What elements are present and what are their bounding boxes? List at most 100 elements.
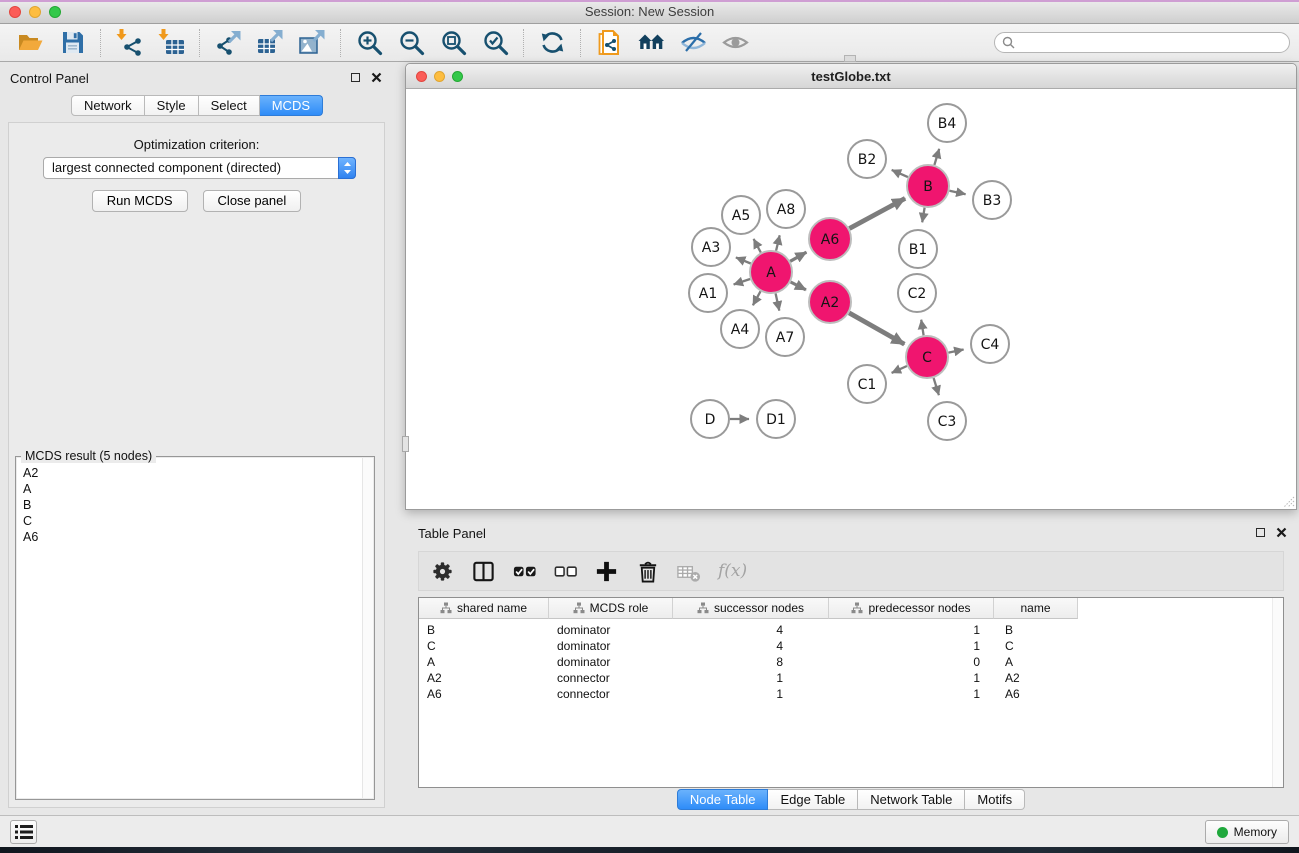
tab-motifs[interactable]: Motifs	[965, 789, 1025, 810]
edge-A-A2[interactable]	[791, 282, 806, 290]
edge-B-B2[interactable]	[892, 170, 908, 177]
table-scrollbar-track[interactable]	[1272, 598, 1283, 787]
close-network-window-button[interactable]	[416, 71, 427, 82]
close-window-button[interactable]	[9, 6, 21, 18]
import-network-button[interactable]	[115, 29, 143, 57]
minimize-network-window-button[interactable]	[434, 71, 445, 82]
node-A3[interactable]: A3	[692, 228, 730, 266]
delete-row-button[interactable]	[634, 558, 660, 584]
close-panel-icon[interactable]	[371, 72, 382, 83]
edge-C-C4[interactable]	[949, 350, 964, 353]
tab-node-table[interactable]: Node Table	[677, 789, 769, 810]
deselect-all-button[interactable]	[552, 558, 578, 584]
export-network-button[interactable]	[214, 29, 242, 57]
node-B[interactable]: B	[907, 165, 949, 207]
tab-style[interactable]: Style	[145, 95, 199, 116]
task-history-button[interactable]	[10, 820, 37, 844]
node-A7[interactable]: A7	[766, 318, 804, 356]
edge-A-A5[interactable]	[754, 239, 761, 253]
node-A6[interactable]: A6	[809, 218, 851, 260]
node-B3[interactable]: B3	[973, 181, 1011, 219]
mcds-result-list[interactable]: A2ABCA6	[17, 458, 373, 798]
save-session-button[interactable]	[58, 29, 86, 57]
column-header-shared-name[interactable]: shared name	[419, 598, 549, 619]
tab-network[interactable]: Network	[71, 95, 145, 116]
node-C2[interactable]: C2	[898, 274, 936, 312]
select-all-button[interactable]	[511, 558, 537, 584]
node-C4[interactable]: C4	[971, 325, 1009, 363]
table-row[interactable]: Bdominator41B	[419, 622, 1283, 638]
tab-select[interactable]: Select	[199, 95, 260, 116]
node-C3[interactable]: C3	[928, 402, 966, 440]
edge-A-A8[interactable]	[776, 235, 780, 250]
splitter-handle[interactable]	[844, 55, 856, 62]
table-row[interactable]: A2connector11A2	[419, 670, 1283, 686]
edge-B-B3[interactable]	[950, 191, 966, 195]
node-A4[interactable]: A4	[721, 310, 759, 348]
new-network-from-selection-button[interactable]	[595, 29, 623, 57]
function-builder-button[interactable]: f(x)	[716, 558, 747, 584]
node-A[interactable]: A	[750, 251, 792, 293]
edge-A2-C[interactable]	[849, 313, 904, 344]
float-panel-icon[interactable]	[351, 73, 360, 82]
table-row[interactable]: Adominator80A	[419, 654, 1283, 670]
memory-button[interactable]: Memory	[1205, 820, 1289, 844]
mcds-result-item[interactable]: C	[23, 513, 373, 529]
node-A8[interactable]: A8	[767, 190, 805, 228]
edge-A-A7[interactable]	[776, 294, 780, 311]
zoom-fit-button[interactable]	[439, 29, 467, 57]
mcds-result-item[interactable]: B	[23, 497, 373, 513]
mcds-result-item[interactable]: A6	[23, 529, 373, 545]
node-D1[interactable]: D1	[757, 400, 795, 438]
edge-C-C2[interactable]	[921, 320, 923, 336]
zoom-network-window-button[interactable]	[452, 71, 463, 82]
delete-table-button[interactable]	[675, 558, 701, 584]
zoom-out-button[interactable]	[397, 29, 425, 57]
column-header-MCDS-role[interactable]: MCDS role	[549, 598, 673, 619]
node-C[interactable]: C	[906, 336, 948, 378]
tab-network-table[interactable]: Network Table	[858, 789, 965, 810]
minimize-window-button[interactable]	[29, 6, 41, 18]
node-B4[interactable]: B4	[928, 104, 966, 142]
column-view-button[interactable]	[470, 558, 496, 584]
zoom-selected-button[interactable]	[481, 29, 509, 57]
column-header-name[interactable]: name	[994, 598, 1078, 619]
close-panel-icon[interactable]	[1276, 527, 1287, 538]
export-image-button[interactable]	[298, 29, 326, 57]
node-A2[interactable]: A2	[809, 281, 851, 323]
first-neighbors-button[interactable]	[637, 29, 665, 57]
run-mcds-button[interactable]: Run MCDS	[92, 190, 188, 212]
edge-C-C1[interactable]	[892, 366, 907, 373]
node-C1[interactable]: C1	[848, 365, 886, 403]
table-settings-button[interactable]	[429, 558, 455, 584]
hide-selected-button[interactable]	[679, 29, 707, 57]
pane-handle[interactable]	[402, 436, 409, 452]
tab-mcds[interactable]: MCDS	[260, 95, 323, 116]
float-panel-icon[interactable]	[1256, 528, 1265, 537]
edge-C-C3[interactable]	[934, 378, 939, 395]
node-A5[interactable]: A5	[722, 196, 760, 234]
table-row[interactable]: A6connector11A6	[419, 686, 1283, 702]
import-table-button[interactable]	[157, 29, 185, 57]
edge-A-A6[interactable]	[790, 252, 806, 261]
mcds-result-item[interactable]: A2	[23, 465, 373, 481]
network-graph[interactable]: B4B2BB3A8A5A6A3B1AA1C2A2A4A7C4CC1DD1C3	[406, 90, 1296, 509]
zoom-in-button[interactable]	[355, 29, 383, 57]
optimization-criterion-select[interactable]: largest connected component (directed)	[43, 157, 356, 179]
node-D[interactable]: D	[691, 400, 729, 438]
network-canvas[interactable]: B4B2BB3A8A5A6A3B1AA1C2A2A4A7C4CC1DD1C3	[406, 90, 1296, 509]
open-session-button[interactable]	[16, 29, 44, 57]
edge-B-B4[interactable]	[934, 149, 939, 165]
table-row[interactable]: Cdominator41C	[419, 638, 1283, 654]
add-row-button[interactable]	[593, 558, 619, 584]
refresh-button[interactable]	[538, 29, 566, 57]
node-B1[interactable]: B1	[899, 230, 937, 268]
edge-A-A4[interactable]	[753, 291, 761, 305]
edge-B-B1[interactable]	[922, 208, 924, 223]
search-input[interactable]	[1015, 35, 1282, 51]
edge-A-A3[interactable]	[736, 257, 751, 263]
zoom-window-button[interactable]	[49, 6, 61, 18]
mcds-result-item[interactable]: A	[23, 481, 373, 497]
node-table[interactable]: shared nameMCDS rolesuccessor nodesprede…	[418, 597, 1284, 788]
show-all-button[interactable]	[721, 29, 749, 57]
